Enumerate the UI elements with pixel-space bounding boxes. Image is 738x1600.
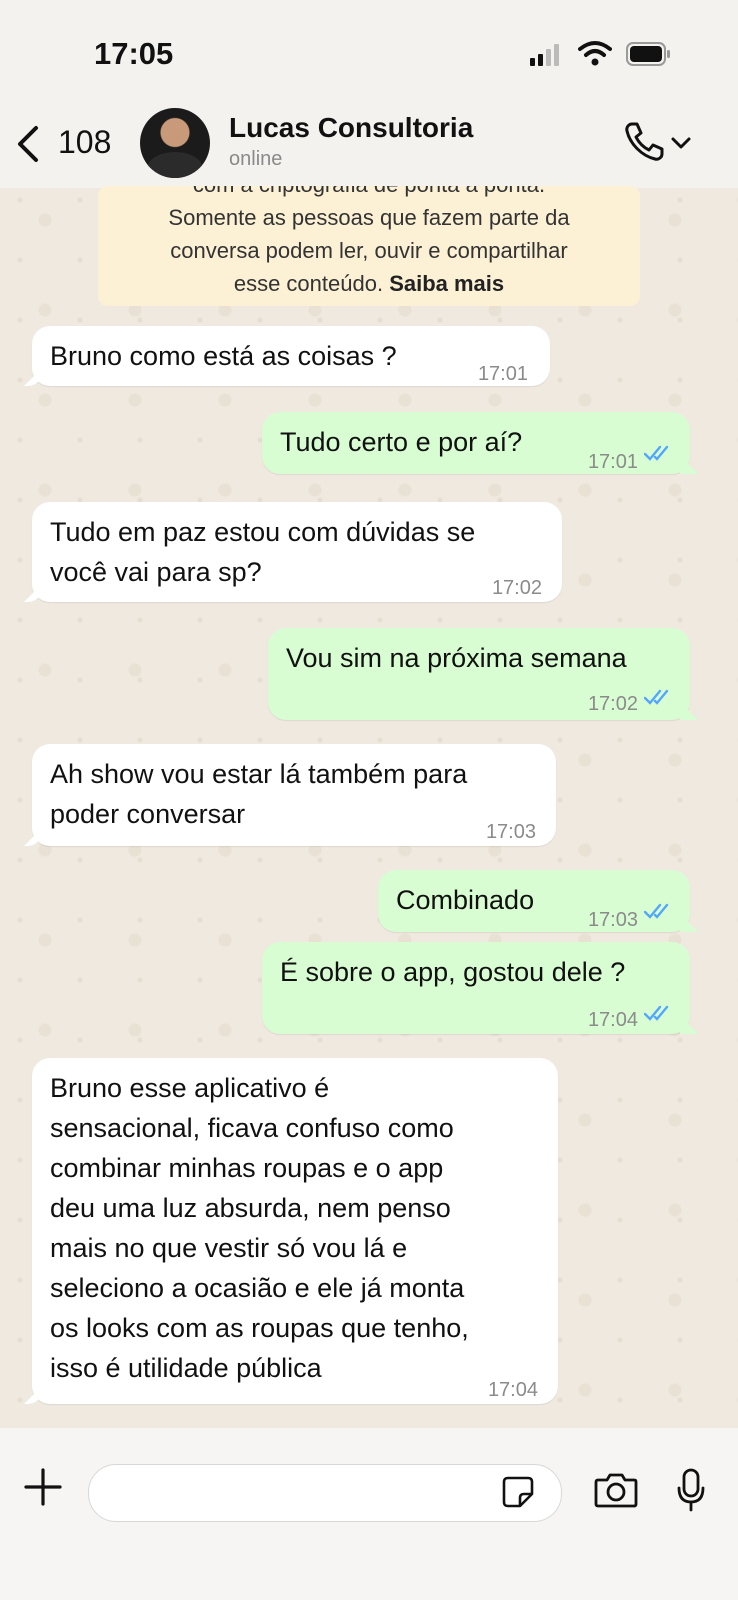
message-bubble-incoming[interactable]: Bruno esse aplicativo é sensacional, fic… bbox=[32, 1058, 558, 1404]
learn-more-link[interactable]: Saiba mais bbox=[389, 271, 504, 296]
cellular-signal-icon bbox=[530, 44, 559, 66]
message-composer bbox=[0, 1428, 738, 1600]
chat-header: 108 Lucas Consultoria online bbox=[0, 108, 738, 188]
message-bubble-outgoing[interactable]: Vou sim na próxima semana 17:02 bbox=[268, 628, 690, 720]
message-input[interactable] bbox=[88, 1464, 562, 1522]
encryption-notice[interactable]: com a criptografia de ponta a ponta. Som… bbox=[98, 186, 640, 306]
chevron-down-icon bbox=[671, 137, 691, 149]
call-button[interactable] bbox=[622, 120, 696, 164]
message-bubble-incoming[interactable]: Tudo em paz estou com dúvidas se você va… bbox=[32, 502, 562, 602]
wifi-icon bbox=[578, 41, 612, 66]
message-bubble-incoming[interactable]: Bruno como está as coisas ? 17:01 bbox=[32, 326, 550, 386]
message-bubble-outgoing[interactable]: É sobre o app, gostou dele ? 17:04 bbox=[262, 942, 690, 1034]
sticker-icon[interactable] bbox=[502, 1476, 534, 1508]
phone-icon bbox=[625, 122, 664, 161]
contact-status: online bbox=[229, 148, 283, 170]
microphone-icon[interactable] bbox=[676, 1468, 706, 1512]
message-bubble-incoming[interactable]: Ah show vou estar lá também para poder c… bbox=[32, 744, 556, 846]
avatar[interactable] bbox=[140, 108, 210, 178]
double-check-icon bbox=[644, 1005, 669, 1021]
back-chevron-icon[interactable] bbox=[14, 124, 44, 164]
status-time: 17:05 bbox=[94, 36, 174, 71]
message-bubble-outgoing[interactable]: Combinado 17:03 bbox=[378, 870, 690, 932]
unread-count[interactable]: 108 bbox=[58, 124, 111, 161]
double-check-icon bbox=[644, 689, 669, 705]
contact-name[interactable]: Lucas Consultoria bbox=[229, 112, 473, 144]
double-check-icon bbox=[644, 445, 669, 461]
camera-icon[interactable] bbox=[594, 1472, 638, 1508]
status-bar: 17:05 bbox=[0, 0, 738, 108]
battery-icon bbox=[626, 42, 670, 66]
double-check-icon bbox=[644, 903, 669, 919]
message-bubble-outgoing[interactable]: Tudo certo e por aí? 17:01 bbox=[262, 412, 690, 474]
plus-icon[interactable] bbox=[24, 1468, 62, 1506]
